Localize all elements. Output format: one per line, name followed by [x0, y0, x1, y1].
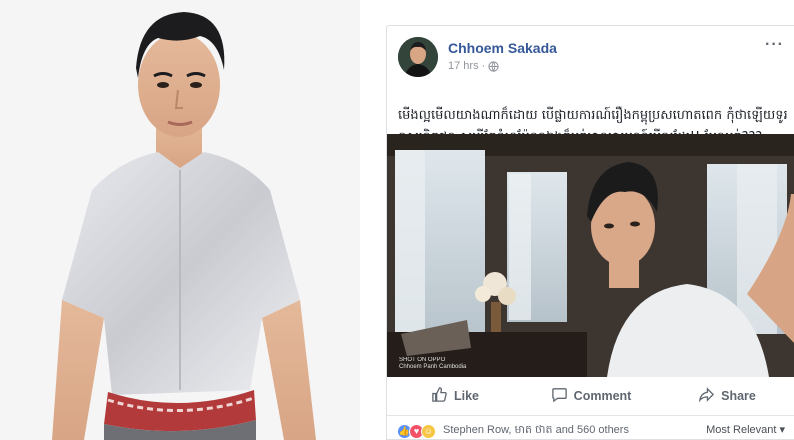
thumbs-up-icon [431, 386, 448, 406]
post-meta: 17 hrs · [448, 60, 499, 72]
reaction-icons: 👍 ♥ ☺ [397, 423, 436, 439]
like-button[interactable]: Like [387, 377, 523, 415]
more-options-button[interactable]: ··· [765, 36, 784, 54]
post-video-thumbnail[interactable]: SHOT ON OPPO Chhoem Panh Cambodia [387, 134, 794, 377]
comment-label: Comment [573, 389, 632, 403]
like-label: Like [453, 389, 479, 403]
facebook-post: Chhoem Sakada 17 hrs · ··· មើងល្អមើលយាងណ… [386, 25, 794, 440]
globe-icon[interactable] [488, 60, 499, 72]
share-label: Share [721, 389, 756, 403]
media-watermark: SHOT ON OPPO Chhoem Panh Cambodia [399, 357, 467, 370]
share-button[interactable]: Share [659, 377, 794, 415]
haha-reaction-icon: ☺ [421, 423, 436, 439]
speech-bubble-icon [551, 386, 568, 406]
reaction-summary[interactable]: 👍 ♥ ☺ Stephen Row, មាត ថាត and 560 other… [387, 421, 794, 440]
author-name[interactable]: Chhoem Sakada [448, 40, 557, 56]
comment-button[interactable]: Comment [523, 377, 659, 415]
portrait-photo [0, 0, 360, 440]
share-arrow-icon [698, 386, 715, 406]
comment-sort-dropdown[interactable]: Most Relevant ▾ [706, 423, 785, 436]
action-bar: Like Comment Share [387, 377, 794, 416]
meta-separator: · [481, 60, 486, 72]
post-header: Chhoem Sakada 17 hrs · ··· [387, 26, 794, 82]
post-timestamp[interactable]: 17 hrs [448, 60, 479, 72]
reaction-count-text[interactable]: Stephen Row, មាត ថាត and 560 others [443, 423, 629, 439]
author-avatar[interactable] [398, 37, 438, 77]
